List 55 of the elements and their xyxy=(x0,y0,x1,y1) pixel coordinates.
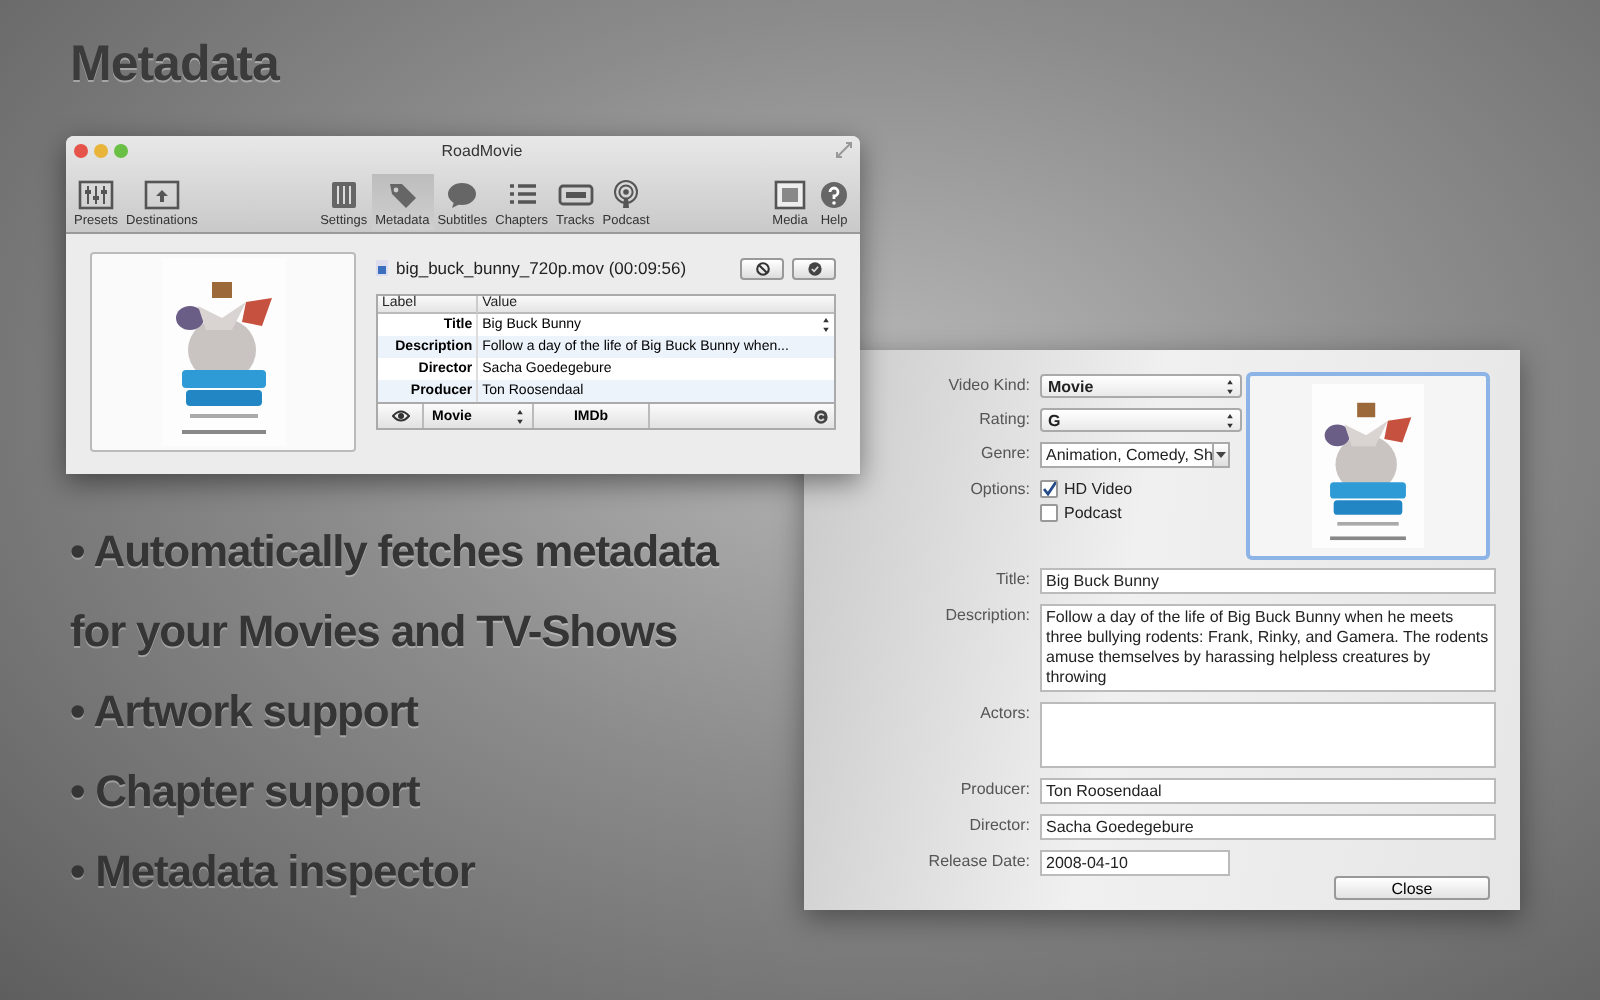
fullscreen-icon xyxy=(836,142,852,158)
eye-icon xyxy=(391,410,409,422)
text-field[interactable]: 2008-04-10 xyxy=(1040,850,1230,876)
close-button[interactable] xyxy=(74,143,88,157)
popup-button[interactable]: Movie xyxy=(1040,374,1242,398)
field-label: Release Date: xyxy=(928,850,1030,874)
feature-text: • Artwork support xyxy=(70,684,421,740)
field-label: Video Kind: xyxy=(948,374,1030,398)
window-title: RoadMovie xyxy=(439,141,525,159)
field-label: Title: xyxy=(995,568,1030,592)
checkbox[interactable] xyxy=(1040,504,1058,522)
checkbox[interactable] xyxy=(1040,480,1058,498)
caret-icon xyxy=(1216,452,1227,458)
feature-text: • Chapter support xyxy=(70,764,422,820)
field-label: Producer: xyxy=(960,778,1030,802)
field-label: Description: xyxy=(945,604,1030,628)
text-area[interactable]: Follow a day of the life of Big Buck Bunny when he meets three bullying rodents: Frank, Rinky, and Gamera. The rodents amuse themselves by harassing helpless creatures by throwing xyxy=(1040,604,1496,692)
checkbox-label: Podcast xyxy=(1064,502,1122,524)
feature-text: • Metadata inspector xyxy=(70,844,478,900)
tag-icon xyxy=(384,180,421,210)
checkbox-label: HD Video xyxy=(1064,478,1133,500)
file-icon xyxy=(376,260,388,276)
updown-arrows-icon xyxy=(1226,379,1234,393)
text-field[interactable]: Ton Roosendaal xyxy=(1040,778,1496,804)
sliders-icon xyxy=(78,180,115,210)
text-field[interactable]: Sacha Goedegebure xyxy=(1040,814,1496,840)
stop-button[interactable] xyxy=(740,257,784,279)
speech-bubble-icon xyxy=(444,180,481,210)
field-label: Director: xyxy=(969,814,1030,838)
refresh-button[interactable] xyxy=(808,404,834,428)
text-field[interactable]: Big Buck Bunny xyxy=(1040,568,1496,594)
feature-text: for your Movies and TV-Shows xyxy=(70,604,679,660)
page-heading: Metadata xyxy=(70,36,279,94)
upload-icon xyxy=(143,180,180,210)
updown-arrows-icon xyxy=(1226,413,1234,427)
field-label: Actors: xyxy=(980,702,1030,726)
popup-button[interactable]: G xyxy=(1040,408,1242,432)
field-label: Rating: xyxy=(979,408,1030,432)
window-icon xyxy=(772,180,809,210)
artwork-well[interactable] xyxy=(1246,372,1490,560)
close-button[interactable]: Close xyxy=(1334,876,1490,900)
help-icon xyxy=(816,180,853,210)
updown-arrows-icon xyxy=(516,409,524,423)
artwork-well[interactable] xyxy=(90,252,356,452)
combo-box[interactable]: Animation, Comedy, Sh xyxy=(1040,442,1230,468)
tray-icon xyxy=(557,180,594,210)
dropdown-button[interactable] xyxy=(1212,444,1228,466)
apply-button[interactable] xyxy=(792,257,836,279)
field-label: Options: xyxy=(970,478,1030,502)
file-name: big_buck_bunny_720p.mov (00:09:56) xyxy=(396,258,689,278)
checkmark-icon xyxy=(807,261,821,275)
refresh-icon xyxy=(814,409,828,423)
prohibited-icon xyxy=(755,261,769,275)
feature-text: • Automatically fetches metadata xyxy=(70,524,718,580)
field-label: Genre: xyxy=(981,442,1030,466)
